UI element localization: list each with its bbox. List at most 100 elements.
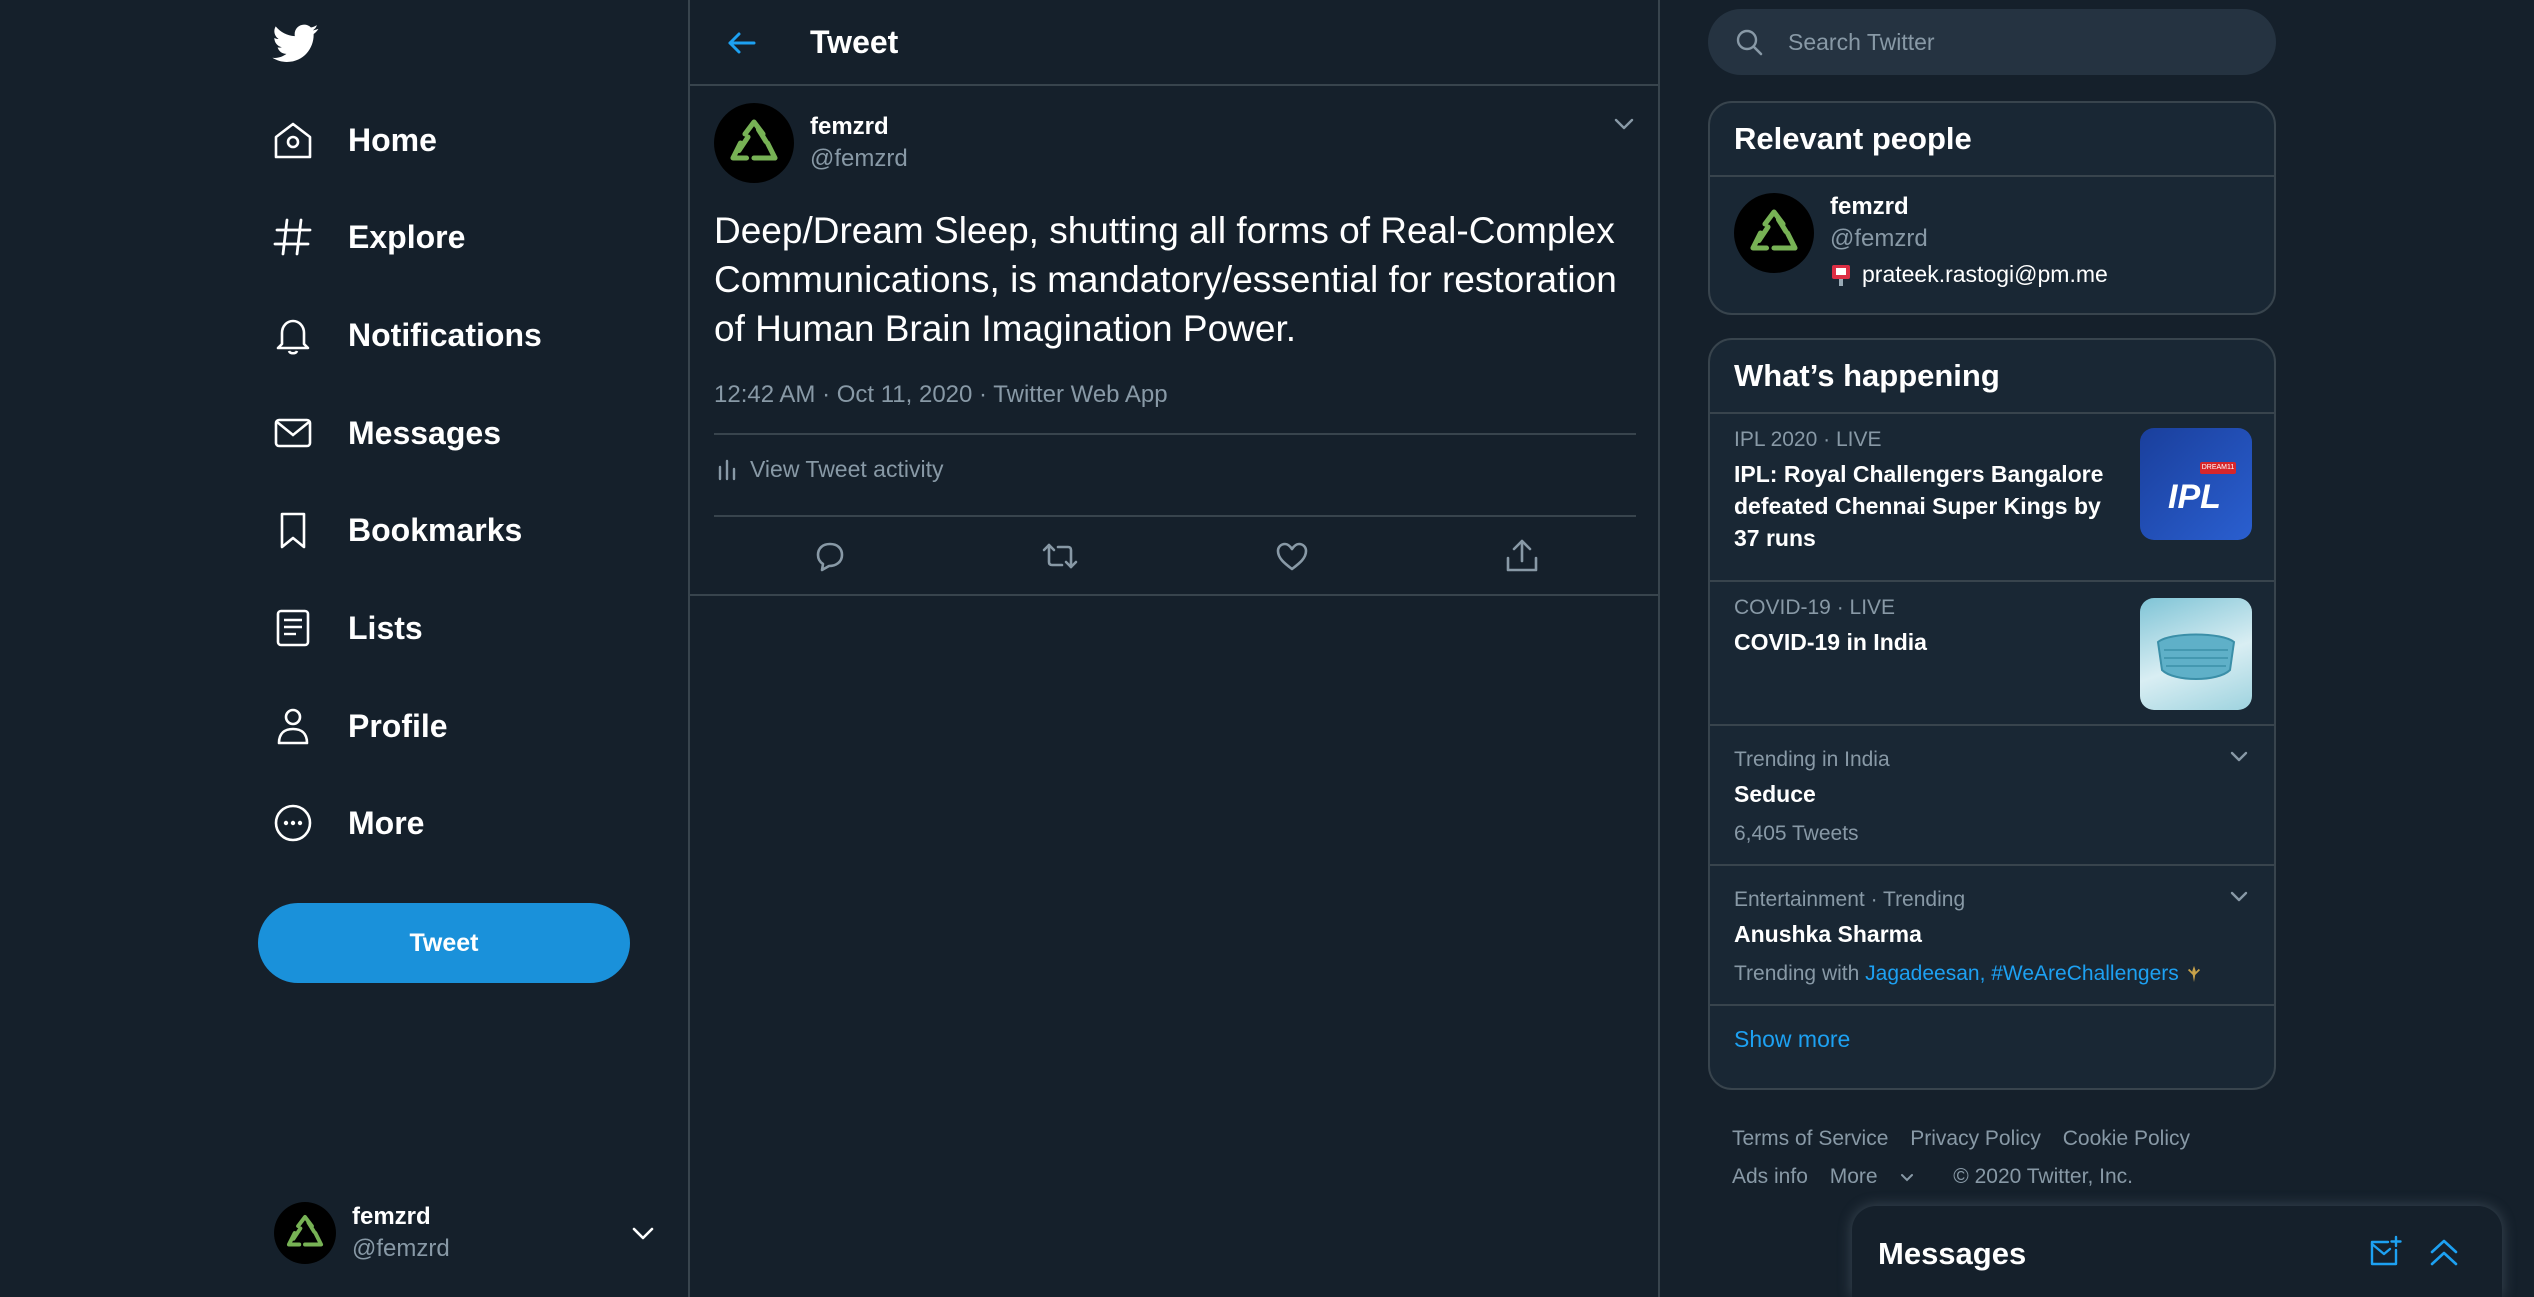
trend-item[interactable]: COVID-19 · LIVE COVID-19 in India (1710, 582, 2274, 726)
trend-item[interactable]: IPL 2020 · LIVE IPL: Royal Challengers B… (1710, 414, 2274, 582)
whats-happening-panel: What’s happening IPL 2020 · LIVE IPL: Ro… (1708, 338, 2276, 1090)
trend-item[interactable]: Trending in India Seduce 6,405 Tweets (1710, 726, 2274, 866)
relevant-person-name[interactable]: femzrd (1830, 193, 2108, 221)
search-icon (1734, 27, 1764, 57)
nav-item-messages[interactable]: Messages (270, 398, 501, 468)
footer-more-menu[interactable]: More (1830, 1165, 1932, 1188)
relevant-person-handle: @femzrd (1830, 225, 1928, 252)
challengers-emoji-icon (2185, 964, 2203, 984)
divider (714, 515, 1636, 517)
footer-more-label: More (1829, 1165, 1878, 1188)
avatar[interactable] (1734, 193, 1814, 273)
relevant-person-bio: prateek.rastogi@pm.me (1830, 261, 2108, 288)
envelope-icon (270, 410, 316, 456)
nav-label-lists: Lists (348, 609, 423, 646)
nav-label-profile: Profile (348, 707, 448, 744)
search-input[interactable] (1786, 27, 2230, 57)
nav-label-home: Home (348, 121, 437, 158)
dream11-badge: DREAM11 (2200, 462, 2236, 474)
nav-item-bookmarks[interactable]: Bookmarks (270, 495, 522, 565)
messages-drawer[interactable]: Messages (1852, 1206, 2502, 1297)
tweet-author-handle: @femzrd (810, 145, 908, 172)
nav-item-notifications[interactable]: Notifications (270, 300, 542, 370)
copyright: © 2020 Twitter, Inc. (1953, 1165, 2133, 1188)
chevron-down-icon (1899, 1169, 1915, 1185)
avatar (274, 1202, 336, 1264)
account-switcher[interactable]: femzrd @femzrd (274, 1198, 658, 1268)
terms-link[interactable]: Terms of Service (1732, 1127, 1888, 1150)
trending-with-prefix: Trending with (1734, 962, 1860, 985)
bell-icon (270, 312, 316, 358)
sidebar: Home Explore Notifications Messages Book… (0, 0, 688, 1297)
trending-with-links[interactable]: Jagadeesan, #WeAreChallengers (1865, 962, 2179, 985)
trend-item[interactable]: Entertainment · Trending Anushka Sharma … (1710, 866, 2274, 1006)
show-more-link[interactable]: Show more (1734, 1026, 1850, 1053)
tweet-author[interactable]: femzrd @femzrd (714, 103, 908, 183)
search-bar[interactable] (1708, 9, 2276, 75)
view-tweet-activity-link[interactable]: View Tweet activity (714, 456, 943, 483)
more-dots-icon (270, 800, 316, 846)
back-arrow-icon[interactable] (722, 23, 762, 63)
twitter-logo-icon[interactable] (270, 20, 326, 66)
list-icon (270, 605, 316, 651)
privacy-link[interactable]: Privacy Policy (1910, 1127, 2041, 1150)
account-handle: @femzrd (352, 1235, 450, 1262)
cookie-link[interactable]: Cookie Policy (2063, 1127, 2190, 1150)
tweet-author-name[interactable]: femzrd (810, 113, 908, 141)
right-sidebar: Relevant people femzrd @femzrd prateek.r… (1660, 0, 2534, 1297)
tweet-text: Deep/Dream Sleep, shutting all forms of … (714, 210, 1617, 349)
nav-label-messages: Messages (348, 414, 501, 451)
nav-item-more[interactable]: More (270, 788, 424, 858)
chevron-down-icon[interactable] (1610, 110, 1638, 138)
footer: Terms of Service Privacy Policy Cookie P… (1732, 1120, 2272, 1196)
trend-title: IPL: Royal Challengers Bangalore defeate… (1734, 461, 2104, 551)
person-icon (270, 703, 316, 749)
account-name: femzrd (352, 1203, 431, 1230)
chevron-down-icon[interactable] (2226, 884, 2252, 910)
nav-label-explore: Explore (348, 218, 466, 255)
share-icon[interactable] (1502, 536, 1542, 576)
expand-up-chevrons-icon[interactable] (2426, 1234, 2462, 1270)
trend-trending-with: Trending with Jagadeesan, #WeAreChalleng… (1734, 962, 2203, 986)
trend-title: COVID-19 in India (1734, 629, 1927, 655)
compose-tweet-button[interactable]: Tweet (258, 903, 630, 983)
tweet-activity-label: View Tweet activity (750, 456, 944, 482)
page-title: Tweet (810, 24, 899, 60)
main-column: Tweet femzrd @femzrd Deep/Dream Sleep, s… (688, 0, 1660, 1297)
ipl-thumbnail: IPL DREAM11 (2140, 428, 2252, 540)
face-mask-thumbnail (2140, 598, 2252, 710)
hashtag-icon (270, 214, 316, 260)
new-message-icon[interactable] (2366, 1234, 2402, 1270)
ads-info-link[interactable]: Ads info (1732, 1165, 1808, 1188)
retweet-icon[interactable] (1040, 536, 1080, 576)
messages-drawer-title: Messages (1878, 1236, 2027, 1271)
bookmark-icon (270, 507, 316, 553)
reply-icon[interactable] (810, 536, 850, 576)
trend-tweet-count: 6,405 Tweets (1734, 822, 1859, 845)
trend-meta: Entertainment · Trending (1734, 888, 1966, 911)
relevant-person[interactable]: femzrd @femzrd prateek.rastogi@pm.me (1710, 177, 2274, 304)
nav-label-more: More (348, 804, 425, 841)
trend-title: Anushka Sharma (1734, 921, 1922, 947)
nav-item-explore[interactable]: Explore (270, 202, 465, 272)
relevant-people-title: Relevant people (1710, 103, 2274, 177)
whats-happening-title: What’s happening (1710, 340, 2274, 414)
bar-chart-icon (714, 457, 740, 483)
trend-title: Seduce (1734, 781, 1816, 807)
trend-meta: COVID-19 · LIVE (1734, 596, 1896, 619)
home-icon (270, 117, 316, 163)
page-header: Tweet (690, 0, 1658, 86)
nav-label-notifications: Notifications (348, 316, 542, 353)
divider (690, 594, 1658, 596)
chevron-down-icon (628, 1218, 658, 1248)
like-heart-icon[interactable] (1272, 536, 1312, 576)
nav-item-profile[interactable]: Profile (270, 691, 448, 761)
relevant-people-panel: Relevant people femzrd @femzrd prateek.r… (1708, 101, 2276, 315)
nav-item-lists[interactable]: Lists (270, 593, 423, 663)
chevron-down-icon[interactable] (2226, 744, 2252, 770)
nav-item-home[interactable]: Home (270, 105, 437, 175)
trend-meta: Trending in India (1734, 748, 1890, 771)
ipl-logo-text: IPL (2168, 478, 2221, 516)
tweet-timestamp: 12:42 AM · Oct 11, 2020 · Twitter Web Ap… (714, 381, 1168, 408)
avatar[interactable] (714, 103, 794, 183)
